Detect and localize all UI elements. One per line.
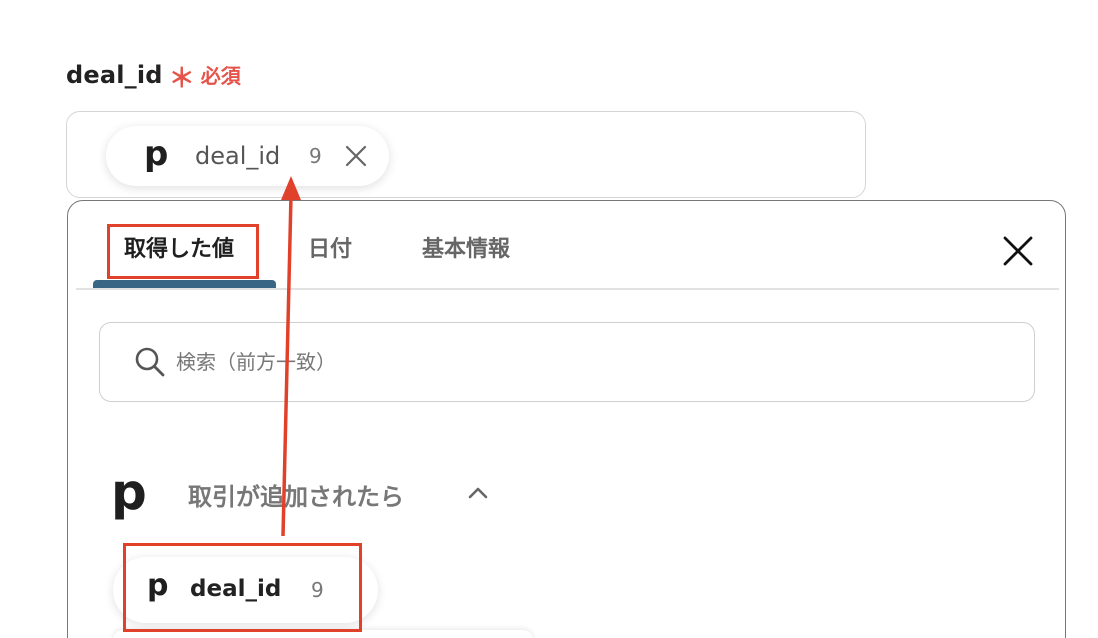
tab-date[interactable]: 日付: [308, 231, 352, 263]
pipedrive-app-logo-icon: p: [111, 463, 147, 521]
required-asterisk: ＊: [168, 64, 195, 94]
chip-count: 9: [309, 144, 322, 168]
remove-chip-close-icon[interactable]: [343, 143, 369, 169]
chevron-up-icon[interactable]: [466, 481, 490, 505]
search-icon: [135, 347, 165, 377]
close-panel-icon[interactable]: [1002, 235, 1034, 267]
output-item-label: deal_id: [190, 576, 282, 602]
output-item-count: 9: [311, 578, 324, 602]
tab-acquired-values[interactable]: 取得した値: [124, 231, 234, 263]
tab-basic-info[interactable]: 基本情報: [422, 231, 510, 263]
tab-divider: [76, 288, 1059, 290]
chip-label: deal_id: [195, 142, 281, 170]
active-tab-indicator: [93, 280, 276, 288]
output-item-deal-id[interactable]: p deal_id 9: [113, 557, 378, 623]
field-name: deal_id: [66, 61, 163, 89]
field-label: deal_id ＊ 必須: [66, 60, 241, 94]
next-output-item[interactable]: [113, 630, 533, 638]
selected-value-chip[interactable]: p deal_id 9: [106, 126, 389, 186]
required-text: 必須: [200, 64, 241, 88]
trigger-group-label[interactable]: 取引が追加されたら: [188, 477, 404, 512]
search-input[interactable]: [176, 341, 996, 383]
search-box: [99, 322, 1035, 402]
pipedrive-logo-icon: p: [144, 134, 169, 174]
pipedrive-logo-icon: p: [147, 568, 169, 603]
